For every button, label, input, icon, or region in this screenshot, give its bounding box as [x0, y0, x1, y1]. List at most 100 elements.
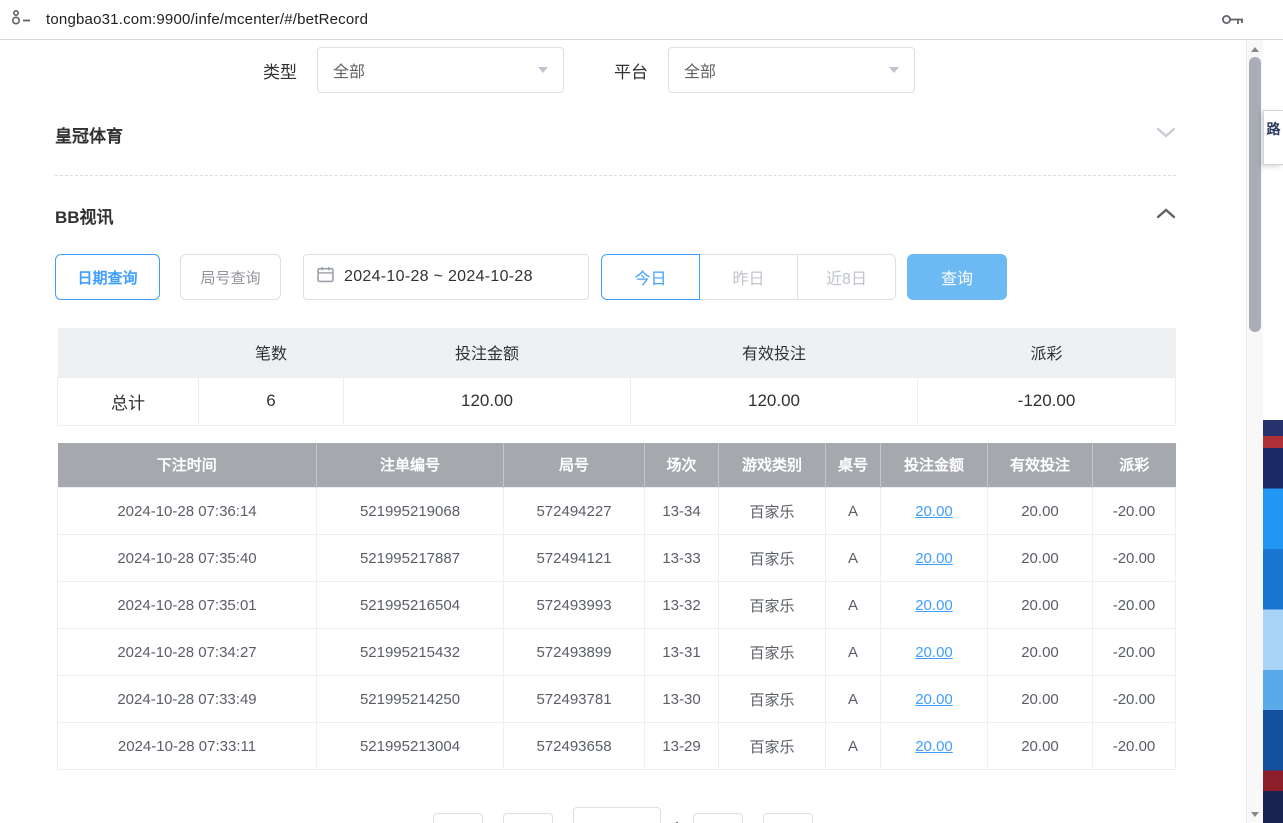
date-range-input[interactable]: 2024-10-28 ~ 2024-10-28	[303, 254, 589, 300]
cell-game: 百家乐	[719, 629, 826, 676]
cell-round-no: 572494121	[504, 535, 645, 582]
address-bar-url[interactable]: tongbao31.com:9900/infe/mcenter/#/betRec…	[46, 11, 368, 28]
browser-bar: tongbao31.com:9900/infe/mcenter/#/betRec…	[0, 0, 1283, 40]
bet-amount-link[interactable]: 20.00	[915, 597, 953, 614]
cell-session: 13-32	[645, 582, 719, 629]
bet-amount-link[interactable]: 20.00	[915, 644, 953, 661]
vertical-scrollbar[interactable]	[1246, 40, 1263, 823]
section-bb-video[interactable]: BB视讯	[55, 176, 1176, 254]
cell-order-no: 521995215432	[317, 629, 504, 676]
summary-header-valid-bet: 有效投注	[631, 328, 918, 377]
query-toolbar: 日期查询 局号查询 2024-10-28 ~ 2024-10-28 今日 昨日 …	[55, 254, 1246, 300]
section-crown-sports[interactable]: 皇冠体育	[55, 93, 1176, 176]
prev-page-button[interactable]: ‹	[503, 813, 553, 823]
recent-8-days-button[interactable]: 近8日	[797, 254, 896, 300]
cell-table-no: A	[826, 676, 881, 723]
cell-order-no: 521995217887	[317, 535, 504, 582]
round-query-button[interactable]: 局号查询	[180, 254, 281, 300]
right-edge-strip: 路	[1263, 40, 1283, 823]
cell-valid-bet: 20.00	[988, 582, 1093, 629]
cell-game: 百家乐	[719, 488, 826, 535]
bet-record-page: 类型 全部 平台 全部 皇冠体育 BB视讯 日期查询 局号	[0, 40, 1246, 823]
table-row: 2024-10-28 07:34:27 521995215432 5724938…	[58, 629, 1176, 676]
summary-header-row: 笔数 投注金额 有效投注 派彩	[58, 328, 1176, 377]
records-header-row: 下注时间 注单编号 局号 场次 游戏类别 桌号 投注金额 有效投注 派彩	[58, 443, 1176, 488]
bb-video-title: BB视讯	[55, 203, 114, 228]
pagination: « ‹ 1 › »	[0, 807, 1246, 823]
current-page-number: 1	[673, 819, 681, 823]
cell-table-no: A	[826, 488, 881, 535]
search-button[interactable]: 查询	[907, 254, 1007, 300]
cell-payout: -20.00	[1093, 488, 1176, 535]
bet-amount-link[interactable]: 20.00	[915, 503, 953, 520]
cell-payout: -20.00	[1093, 582, 1176, 629]
cell-payout: -20.00	[1093, 723, 1176, 770]
promo-banner-strip[interactable]	[1263, 420, 1283, 823]
platform-select[interactable]: 全部	[668, 47, 915, 93]
cell-time: 2024-10-28 07:33:49	[58, 676, 317, 723]
cell-table-no: A	[826, 535, 881, 582]
screen: tongbao31.com:9900/infe/mcenter/#/betRec…	[0, 0, 1283, 823]
cell-time: 2024-10-28 07:35:01	[58, 582, 317, 629]
yesterday-button[interactable]: 昨日	[699, 254, 798, 300]
cell-round-no: 572493993	[504, 582, 645, 629]
filter-row: 类型 全部 平台 全部	[0, 40, 1246, 93]
first-page-button[interactable]: «	[433, 813, 483, 823]
last-page-button[interactable]: »	[763, 813, 813, 823]
cell-order-no: 521995213004	[317, 723, 504, 770]
page-size-select[interactable]	[573, 807, 661, 823]
type-select[interactable]: 全部	[317, 47, 564, 93]
col-payout: 派彩	[1093, 443, 1176, 488]
col-session: 场次	[645, 443, 719, 488]
cell-session: 13-33	[645, 535, 719, 582]
scrollbar-thumb[interactable]	[1249, 57, 1261, 332]
cell-valid-bet: 20.00	[988, 676, 1093, 723]
cell-game: 百家乐	[719, 723, 826, 770]
crown-sports-title: 皇冠体育	[55, 122, 123, 147]
cell-table-no: A	[826, 629, 881, 676]
summary-table: 笔数 投注金额 有效投注 派彩 总计 6 120.00 120.00 -120.…	[57, 328, 1176, 426]
col-bet-time: 下注时间	[58, 443, 317, 488]
cell-game: 百家乐	[719, 676, 826, 723]
date-query-button[interactable]: 日期查询	[55, 254, 160, 300]
cell-round-no: 572494227	[504, 488, 645, 535]
calendar-icon	[317, 266, 334, 288]
road-map-tab[interactable]: 路	[1263, 110, 1283, 165]
chevron-up-icon[interactable]	[1156, 206, 1176, 224]
next-page-button[interactable]: ›	[693, 813, 743, 823]
platform-label: 平台	[614, 58, 648, 83]
scroll-down-arrow-icon[interactable]	[1247, 806, 1263, 822]
scroll-up-arrow-icon[interactable]	[1247, 41, 1263, 57]
password-key-icon[interactable]	[1221, 13, 1245, 26]
col-valid-bet: 有效投注	[988, 443, 1093, 488]
type-select-value: 全部	[333, 58, 365, 82]
summary-header-payout: 派彩	[918, 328, 1176, 377]
chevron-down-icon	[889, 67, 899, 73]
col-round-no: 局号	[504, 443, 645, 488]
col-table-no: 桌号	[826, 443, 881, 488]
cell-round-no: 572493899	[504, 629, 645, 676]
platform-select-value: 全部	[684, 58, 716, 82]
summary-valid-bet-value: 120.00	[631, 377, 918, 425]
today-button[interactable]: 今日	[601, 254, 700, 300]
summary-bet-amount-value: 120.00	[344, 377, 631, 425]
bet-amount-link[interactable]: 20.00	[915, 738, 953, 755]
cell-table-no: A	[826, 723, 881, 770]
type-label: 类型	[263, 58, 297, 83]
bet-amount-link[interactable]: 20.00	[915, 691, 953, 708]
summary-header-bet-amount: 投注金额	[344, 328, 631, 377]
cell-table-no: A	[826, 582, 881, 629]
tab-icon	[10, 8, 34, 31]
col-game-type: 游戏类别	[719, 443, 826, 488]
summary-header-count: 笔数	[199, 328, 344, 377]
col-order-no: 注单编号	[317, 443, 504, 488]
chevron-down-icon[interactable]	[1156, 125, 1176, 143]
table-row: 2024-10-28 07:35:40 521995217887 5724941…	[58, 535, 1176, 582]
bet-amount-link[interactable]: 20.00	[915, 550, 953, 567]
cell-valid-bet: 20.00	[988, 629, 1093, 676]
cell-order-no: 521995214250	[317, 676, 504, 723]
cell-session: 13-34	[645, 488, 719, 535]
summary-header-empty	[58, 328, 199, 377]
cell-time: 2024-10-28 07:34:27	[58, 629, 317, 676]
cell-round-no: 572493658	[504, 723, 645, 770]
